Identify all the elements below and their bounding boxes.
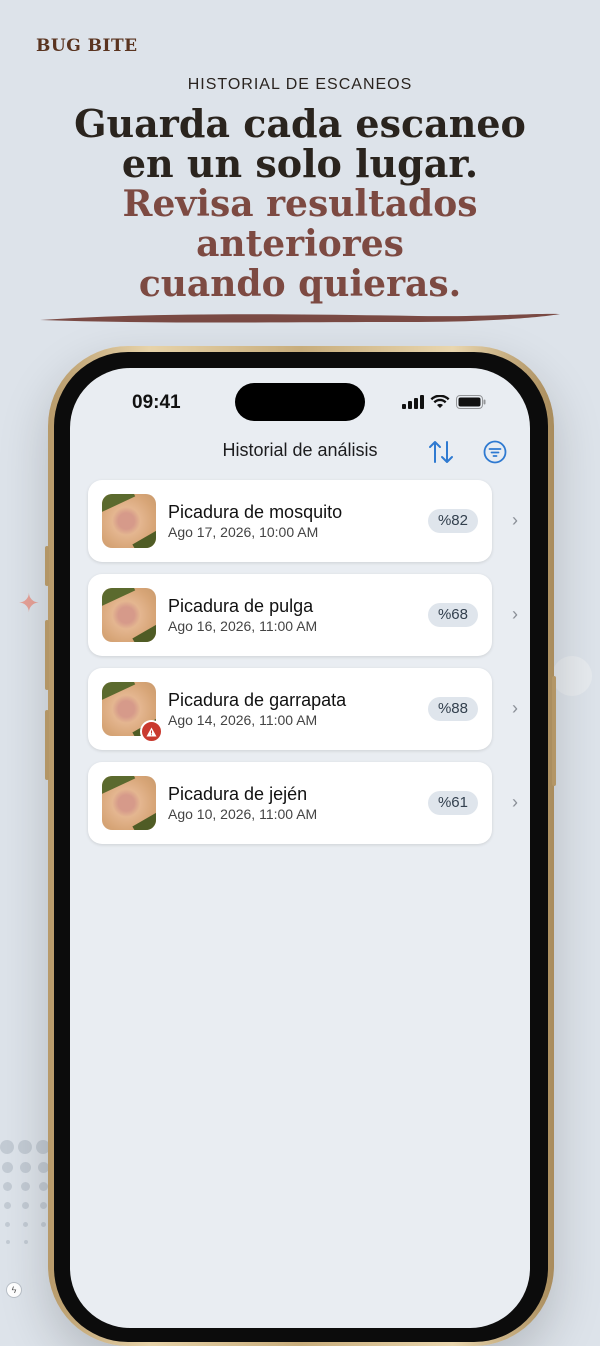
status-time: 09:41 [132,392,181,413]
phone-side-button [45,546,49,586]
scan-date: Ago 14, 2026, 11:00 AM [168,712,318,728]
headline-line-1: Guarda cada escaneo [74,101,526,146]
scan-date: Ago 17, 2026, 10:00 AM [168,524,319,540]
confidence-badge: %61 [427,791,478,815]
headline-line-2: en un solo lugar. [121,141,479,186]
wifi-icon [430,395,450,408]
warning-icon [140,720,163,743]
decorative-blob [552,656,592,696]
filter-icon [483,440,507,464]
confidence-badge: %82 [427,509,478,533]
confidence-badge: %88 [427,697,478,721]
scan-title: Picadura de garrapata [168,690,347,710]
brand-logo: BUG BITE [36,36,138,56]
bite-photo-thumbnail [102,588,156,642]
lightning-badge-icon: ϟ [6,1282,22,1298]
confidence-badge: %68 [427,603,478,627]
chevron-right-icon: › [512,792,518,812]
battery-icon [456,395,486,409]
headline-line-3: Revisa resultados [122,183,478,225]
scan-card[interactable]: Picadura de mosquito Ago 17, 2026, 10:00… [88,480,518,562]
bite-photo-thumbnail [102,776,156,830]
scan-card[interactable]: Picadura de pulga Ago 16, 2026, 11:00 AM… [88,574,518,656]
sort-arrows-icon [429,441,453,463]
scan-date: Ago 10, 2026, 11:00 AM [168,806,318,822]
filter-button[interactable] [481,438,509,466]
headline-line-5: cuando quieras. [138,263,462,305]
scan-card[interactable]: Picadura de jején Ago 10, 2026, 11:00 AM… [88,762,518,844]
bite-photo-thumbnail [102,494,156,548]
chevron-right-icon: › [512,604,518,624]
status-icons [402,395,486,409]
phone-side-button [45,620,49,690]
scan-title: Picadura de mosquito [168,502,343,522]
phone-side-button [552,676,556,786]
phone-screen: 09:41 Historial de análisis Picadura de … [70,368,530,1328]
phone-side-button [45,710,49,780]
scan-history-list: Picadura de mosquito Ago 17, 2026, 10:00… [88,480,518,856]
headline-line-4: anteriores [196,223,404,265]
dynamic-island [235,383,365,421]
page-title: Historial de análisis [222,440,378,460]
headline-underline [40,313,560,323]
chevron-right-icon: › [512,510,518,530]
scan-title: Picadura de pulga [168,596,314,616]
scan-title: Picadura de jején [168,784,308,804]
sort-button[interactable] [427,438,455,466]
scan-card[interactable]: Picadura de garrapata Ago 14, 2026, 11:0… [88,668,518,750]
chevron-right-icon: › [512,698,518,718]
sparkle-decoration: ✦ [18,588,40,618]
marketing-headline: Guarda cada escaneo en un solo lugar. Re… [0,101,600,305]
cellular-signal-icon [402,395,424,409]
section-eyebrow: HISTORIAL DE ESCANEOS [187,76,413,93]
scan-date: Ago 16, 2026, 11:00 AM [168,618,318,634]
